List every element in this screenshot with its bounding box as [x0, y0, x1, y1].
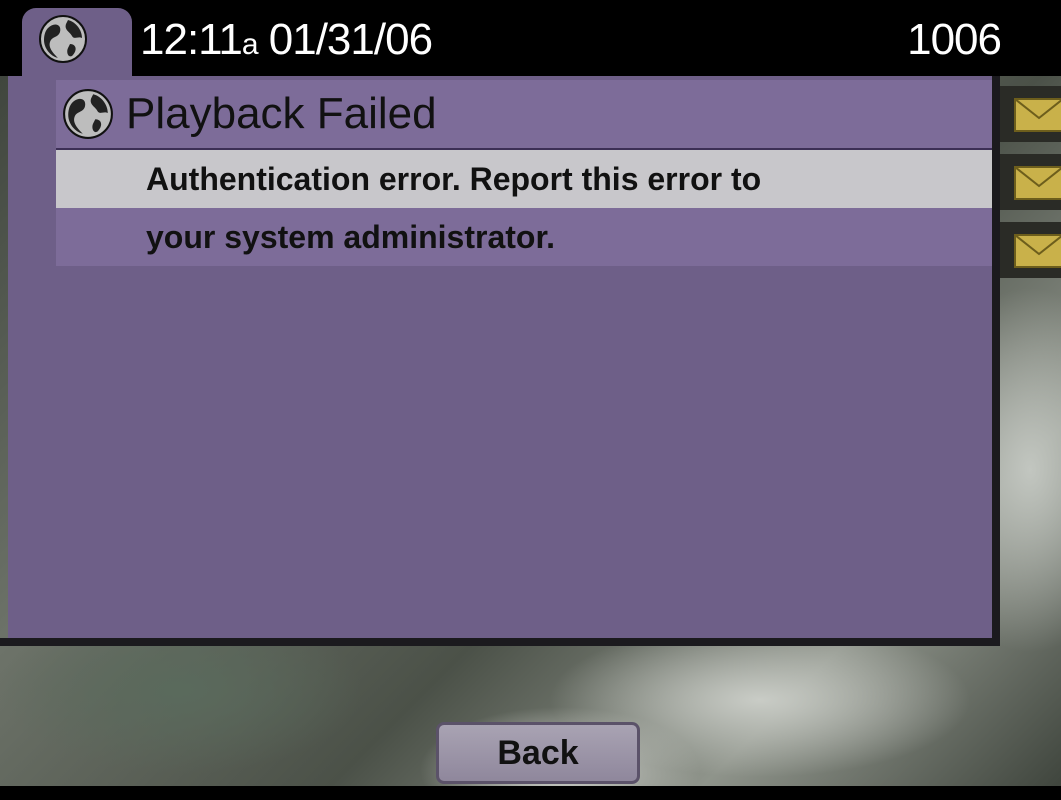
envelope-icon: [1014, 234, 1061, 268]
globe-icon: [63, 89, 113, 139]
envelope-icon: [1014, 98, 1061, 132]
softkey-bar: Back: [0, 714, 1061, 786]
status-date: 01/31/06: [268, 15, 433, 64]
panel-right-divider: [992, 76, 1000, 646]
status-extension: 1006: [907, 15, 1002, 64]
status-bar: 12:11a 01/31/06 1006: [0, 0, 1061, 88]
line-indicator-1[interactable]: [1000, 86, 1061, 142]
status-datetime: 12:11a 01/31/06: [140, 10, 433, 70]
dialog-title: Playback Failed: [126, 89, 437, 138]
panel-bottom-divider: [0, 638, 1000, 646]
phone-screen: 12:11a 01/31/06 1006 Playback Failed Aut…: [0, 0, 1061, 800]
bottom-strip: [0, 786, 1061, 800]
envelope-icon: [1014, 166, 1061, 200]
dialog-message-line-1: Authentication error. Report this error …: [56, 150, 992, 208]
globe-icon: [39, 15, 87, 63]
status-time: 12:11: [140, 15, 243, 64]
line-indicator-2[interactable]: [1000, 154, 1061, 210]
status-ampm: a: [241, 28, 259, 61]
line-indicator-3[interactable]: [1000, 222, 1061, 278]
error-dialog: Playback Failed Authentication error. Re…: [56, 80, 992, 266]
dialog-title-bar: Playback Failed: [56, 80, 992, 151]
dialog-message-line-2: your system administrator.: [56, 208, 992, 266]
back-button[interactable]: Back: [436, 722, 640, 784]
